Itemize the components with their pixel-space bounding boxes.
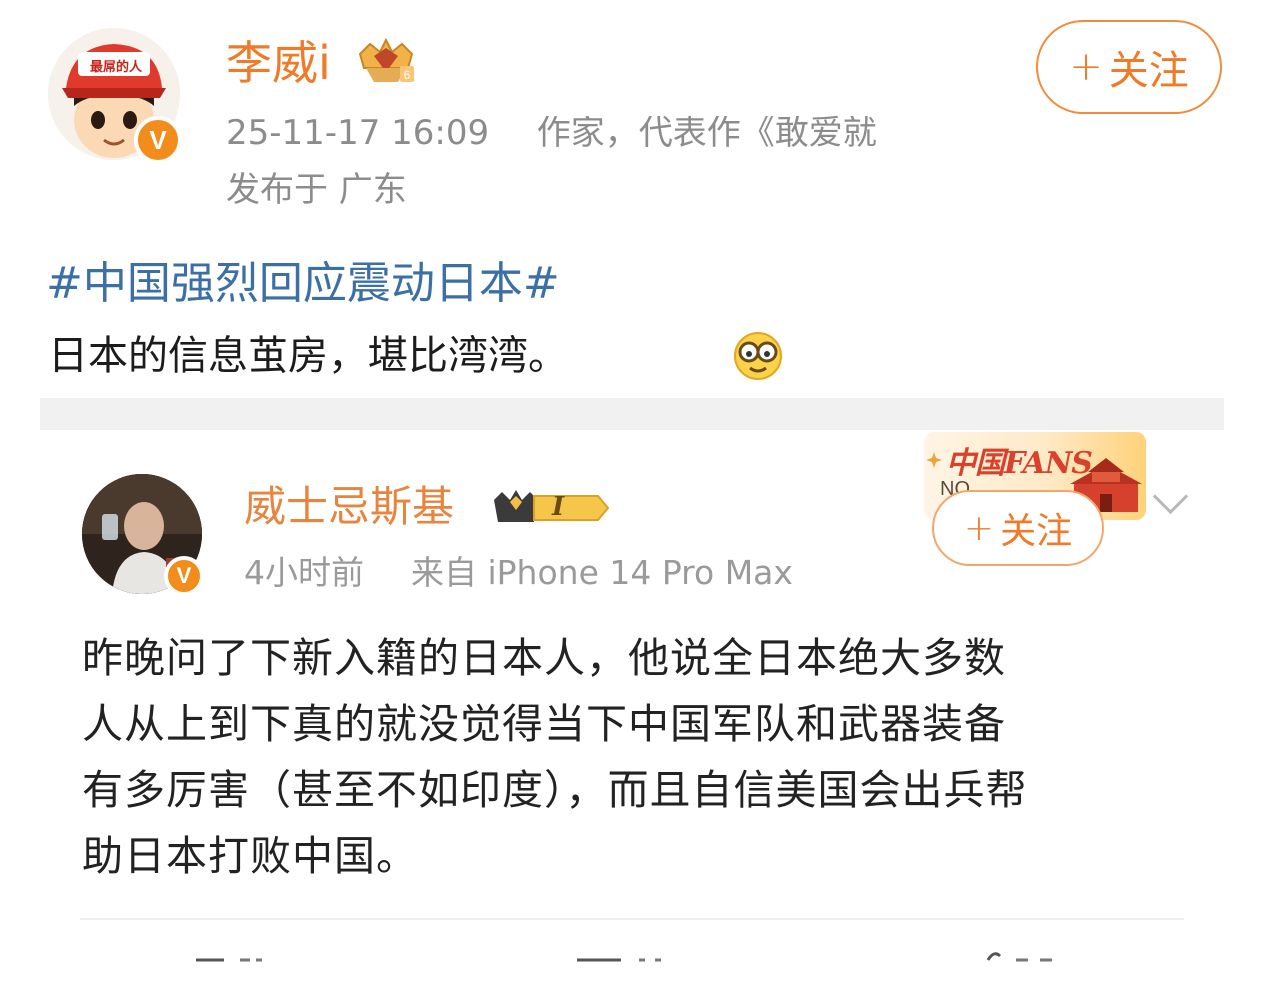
chevron-down-icon[interactable] [1152,478,1189,515]
post-text: 日本的信息茧房，堪比湾湾。 [48,333,568,379]
svg-text:6: 6 [404,68,411,82]
quoted-text-line: 助日本打败中国。 [82,832,418,880]
quoted-post-source: 来自 iPhone 14 Pro Max [411,553,793,592]
post-location: 发布于 广东 [226,170,407,210]
vip-crown-icon: 6 [358,38,414,82]
comment-action[interactable] [575,956,685,988]
quoted-verified-badge-icon: V [164,556,204,596]
quoted-meta-line: 4小时前 来自 iPhone 14 Pro Max [244,556,793,589]
follow-button[interactable]: + 关注 [1036,20,1222,114]
repost-icon [196,958,262,962]
quoted-text-line: 人从上到下真的就没觉得当下中国军队和武器装备 [82,700,1006,748]
sparkle-icon [926,452,942,468]
comment-icon [577,958,661,962]
action-bar-divider [80,918,1184,920]
avatar-cap-text: 最屌的人 [89,60,142,75]
post-meta-line: 25-11-17 16:09 作家，代表作《敢爱就 [226,116,976,150]
section-divider [40,398,1224,430]
author-bio: 作家，代表作《敢爱就 [536,116,877,150]
quoted-follow-button[interactable]: + 关注 [932,490,1104,566]
quoted-follow-button-label: 关注 [1000,511,1073,552]
level-crown-icon [494,490,610,522]
quoted-author-name[interactable]: 威士忌斯基 [244,486,454,528]
verified-badge-icon: V [134,116,182,164]
plus-icon: + [963,507,995,549]
quoted-post-text: 昨晚问了下新入籍的日本人，他说全日本绝大多数 人从上到下真的就没觉得当下中国军队… [82,625,1192,889]
glasses-emoji-icon [734,332,782,380]
quoted-text-line: 昨晚问了下新入籍的日本人，他说全日本绝大多数 [82,634,1006,682]
like-action[interactable] [980,946,1090,988]
post-timestamp: 25-11-17 16:09 [226,116,490,150]
quoted-text-line: 有多厉害（甚至不如印度），而且自信美国会出兵帮 [82,766,1028,814]
level-number: I [552,492,565,522]
topic-hashtag-link[interactable]: #中国强烈回应震动日本# [46,262,560,306]
quoted-post-time: 4小时前 [244,553,364,592]
like-icon [986,952,1052,962]
plus-icon: + [1069,44,1103,90]
quoted-level-badge: I [490,488,610,528]
follow-button-label: 关注 [1108,48,1189,94]
repost-action[interactable] [190,956,280,988]
author-name[interactable]: 李威i [226,40,331,86]
